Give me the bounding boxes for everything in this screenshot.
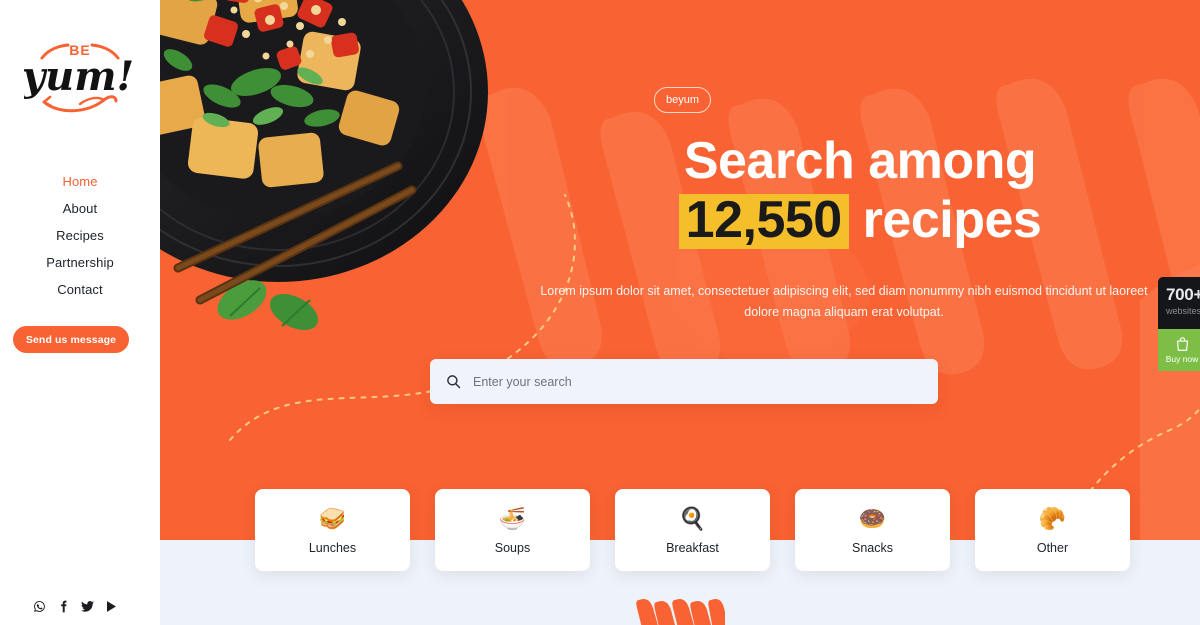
send-us-message-button[interactable]: Send us message: [13, 326, 129, 353]
whatsapp-icon[interactable]: [33, 600, 46, 613]
promo-count: 700+: [1166, 285, 1200, 304]
sidebar-item-about[interactable]: About: [0, 195, 160, 222]
sidebar-item-recipes[interactable]: Recipes: [0, 222, 160, 249]
promo-widget-info: 700+ websites: [1158, 277, 1200, 329]
headline-suffix: recipes: [862, 191, 1042, 249]
svg-text:yum!: yum!: [24, 53, 134, 100]
buy-now-label: Buy now: [1165, 354, 1199, 364]
category-card-list: 🥪 Lunches 🍜 Soups 🍳 Breakfast 🍩 Snacks 🥐…: [255, 489, 1135, 571]
noodle-bowl-icon: 🍜: [498, 505, 527, 531]
search-input[interactable]: [473, 374, 938, 389]
category-label: Soups: [494, 540, 531, 555]
brand-logo[interactable]: BE yum!: [0, 38, 160, 118]
category-card-breakfast[interactable]: 🍳 Breakfast: [615, 489, 770, 571]
hero-badge[interactable]: beyum: [654, 87, 711, 113]
buy-now-button[interactable]: Buy now: [1158, 329, 1200, 371]
category-label: Breakfast: [666, 540, 719, 555]
hero-section: beyum Search among 12,550 recipes Lorem …: [160, 0, 1200, 540]
category-label: Lunches: [308, 540, 357, 555]
script-decoration-icon: [636, 599, 725, 625]
facebook-icon[interactable]: [57, 600, 70, 613]
page-root: BE yum! Home About Recipes Partnership C…: [0, 0, 1200, 625]
youtube-play-icon[interactable]: [105, 600, 118, 613]
croissant-icon: 🥐: [1038, 505, 1067, 531]
hero-headline: Search among 12,550 recipes: [500, 132, 1200, 249]
donut-icon: 🍩: [858, 505, 887, 531]
category-card-lunches[interactable]: 🥪 Lunches: [255, 489, 410, 571]
sidebar: BE yum! Home About Recipes Partnership C…: [0, 0, 160, 625]
hero-subtext: Lorem ipsum dolor sit amet, consectetuer…: [540, 284, 1148, 319]
twitter-icon[interactable]: [81, 600, 94, 613]
promo-widget: 700+ websites Buy now: [1158, 277, 1200, 371]
headline-line-1: Search among: [683, 132, 1037, 190]
category-card-soups[interactable]: 🍜 Soups: [435, 489, 590, 571]
category-card-other[interactable]: 🥐 Other: [975, 489, 1130, 571]
search-icon: [446, 374, 461, 389]
sidebar-nav: Home About Recipes Partnership Contact: [0, 168, 160, 303]
hero-background-decor: [160, 0, 1200, 540]
sidebar-item-partnership[interactable]: Partnership: [0, 249, 160, 276]
be-yum-logo-icon: BE yum!: [24, 42, 134, 113]
promo-subtitle: websites: [1166, 306, 1200, 316]
sidebar-item-contact[interactable]: Contact: [0, 276, 160, 303]
sidebar-item-home[interactable]: Home: [0, 168, 160, 195]
fried-egg-icon: 🍳: [678, 505, 707, 531]
category-label: Snacks: [852, 540, 893, 555]
social-links: [33, 600, 118, 613]
search-bar[interactable]: [430, 359, 938, 404]
headline-recipe-count: 12,550: [678, 194, 849, 249]
sandwich-icon: 🥪: [318, 505, 347, 531]
category-label: Other: [1036, 540, 1069, 555]
category-card-snacks[interactable]: 🍩 Snacks: [795, 489, 950, 571]
shopping-bag-icon: [1175, 336, 1190, 352]
